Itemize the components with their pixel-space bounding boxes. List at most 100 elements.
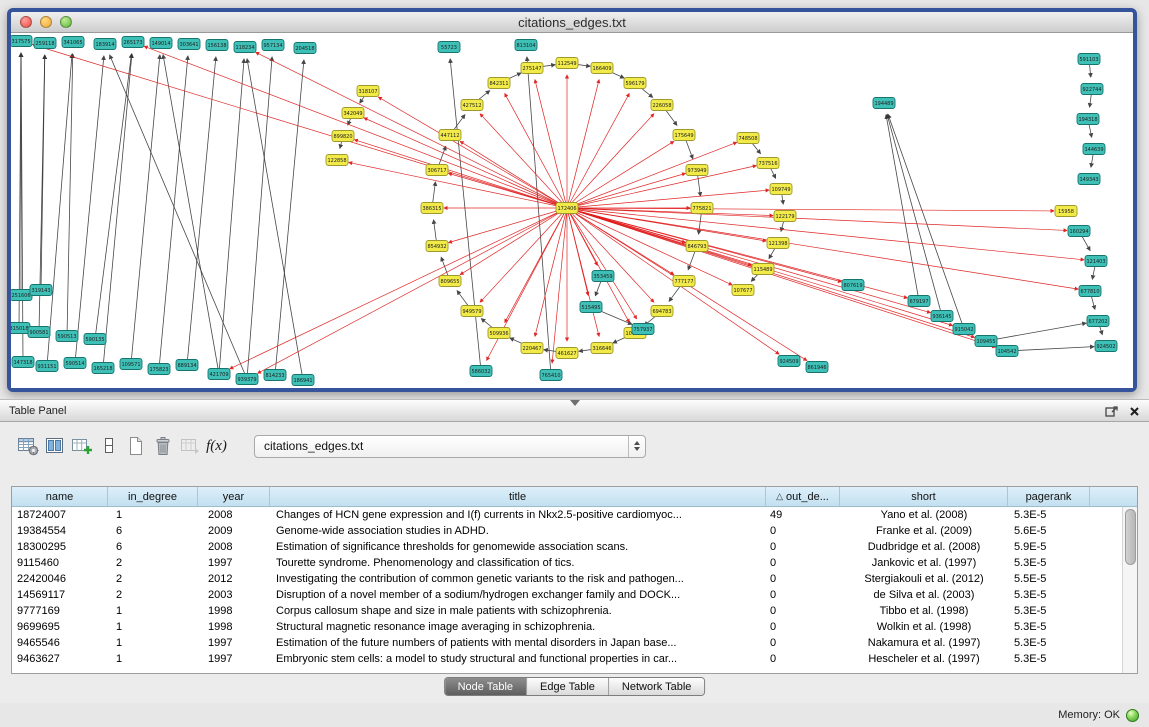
table-row[interactable]: 1872400712008Changes of HCN gene express… bbox=[12, 507, 1122, 523]
graph-node[interactable]: 183914 bbox=[94, 39, 116, 50]
graph-node[interactable]: 122179 bbox=[774, 211, 796, 222]
tab-edge-table[interactable]: Edge Table bbox=[526, 678, 608, 695]
graph-node[interactable]: 461627 bbox=[556, 348, 578, 359]
graph-node[interactable]: 765410 bbox=[540, 370, 562, 381]
graph-node[interactable]: 160294 bbox=[1068, 226, 1090, 237]
graph-node[interactable]: 748508 bbox=[737, 133, 759, 144]
table-row[interactable]: 946554611997Estimation of the future num… bbox=[12, 635, 1122, 651]
graph-node[interactable]: 809655 bbox=[439, 276, 461, 287]
graph-node[interactable]: 109749 bbox=[770, 184, 792, 195]
graph-node[interactable]: 194489 bbox=[873, 98, 895, 109]
graph-node[interactable]: 220467 bbox=[521, 343, 543, 354]
graph-node[interactable]: 315018 bbox=[11, 323, 30, 334]
table-settings-button[interactable] bbox=[14, 433, 41, 460]
close-panel-icon[interactable] bbox=[1129, 406, 1140, 417]
graph-node[interactable]: 421709 bbox=[208, 369, 230, 380]
graph-node[interactable]: 109455 bbox=[975, 336, 997, 347]
graph-node[interactable]: 900581 bbox=[28, 327, 50, 338]
graph-node[interactable]: 316646 bbox=[591, 343, 613, 354]
graph-node[interactable]: 175649 bbox=[673, 130, 695, 141]
graph-node[interactable]: 303641 bbox=[178, 39, 200, 50]
table-row[interactable]: 2242004622012Investigating the contribut… bbox=[12, 571, 1122, 587]
tab-network-table[interactable]: Network Table bbox=[608, 678, 705, 695]
graph-node[interactable]: 515495 bbox=[580, 302, 602, 313]
graph-node[interactable]: 931151 bbox=[36, 361, 58, 372]
new-table-button[interactable] bbox=[122, 433, 149, 460]
graph-node[interactable]: 590135 bbox=[84, 334, 106, 345]
network-canvas[interactable]: 1724061125491664095961792260581756499739… bbox=[11, 33, 1133, 388]
graph-node[interactable]: 342049 bbox=[342, 108, 364, 119]
graph-node[interactable]: 957134 bbox=[262, 40, 284, 51]
graph-node[interactable]: 55723 bbox=[438, 42, 460, 53]
graph-node[interactable]: 149343 bbox=[1078, 174, 1100, 185]
graph-node[interactable]: 586032 bbox=[470, 366, 492, 377]
graph-node[interactable]: 166409 bbox=[591, 63, 613, 74]
graph-node[interactable]: 144639 bbox=[1083, 144, 1105, 155]
vertical-scrollbar[interactable] bbox=[1122, 507, 1137, 673]
graph-node[interactable]: 204518 bbox=[294, 43, 316, 54]
scrollbar-thumb[interactable] bbox=[1125, 509, 1136, 565]
select-columns-button[interactable] bbox=[68, 433, 95, 460]
graph-node[interactable]: 147318 bbox=[12, 357, 34, 368]
table-row[interactable]: 1830029562008Estimation of significance … bbox=[12, 539, 1122, 555]
column-header-short[interactable]: short bbox=[840, 487, 1008, 506]
graph-node[interactable]: 737516 bbox=[757, 158, 779, 169]
graph-node[interactable]: 226058 bbox=[651, 100, 673, 111]
column-header-title[interactable]: title bbox=[270, 487, 766, 506]
panel-drag-handle-icon[interactable] bbox=[570, 400, 580, 406]
graph-node[interactable]: 807619 bbox=[842, 280, 864, 291]
graph-node[interactable]: 936145 bbox=[931, 311, 953, 322]
graph-node[interactable]: 386315 bbox=[421, 203, 443, 214]
graph-node[interactable]: 596179 bbox=[624, 78, 646, 89]
graph-node[interactable]: 109571 bbox=[120, 359, 142, 370]
graph-node[interactable]: 121403 bbox=[1085, 256, 1107, 267]
table-row[interactable]: 946362711997Embryonic stem cells: a mode… bbox=[12, 651, 1122, 667]
graph-node[interactable]: 427512 bbox=[461, 100, 483, 111]
column-header-out_de[interactable]: △out_de... bbox=[766, 487, 840, 506]
graph-node[interactable]: 777177 bbox=[673, 276, 695, 287]
graph-node[interactable]: 319143 bbox=[30, 285, 52, 296]
graph-node[interactable]: 121398 bbox=[767, 238, 789, 249]
graph-node[interactable]: 306717 bbox=[426, 165, 448, 176]
table-row[interactable]: 977716911998Corpus callosum shape and si… bbox=[12, 603, 1122, 619]
graph-node[interactable]: 677810 bbox=[1079, 286, 1101, 297]
function-builder-button[interactable]: f(x) bbox=[203, 433, 230, 460]
graph-node[interactable]: 899820 bbox=[332, 131, 354, 142]
column-header-pagerank[interactable]: pagerank bbox=[1008, 487, 1090, 506]
graph-node[interactable]: 317575 bbox=[11, 36, 32, 47]
import-table-button[interactable] bbox=[176, 433, 203, 460]
table-row[interactable]: 969969511998Structural magnetic resonanc… bbox=[12, 619, 1122, 635]
zoom-window-button[interactable] bbox=[60, 16, 72, 28]
graph-node[interactable]: 924509 bbox=[778, 356, 800, 367]
graph-node[interactable]: 590514 bbox=[64, 358, 86, 369]
show-columns-button[interactable] bbox=[41, 433, 68, 460]
graph-node[interactable]: 591103 bbox=[1078, 54, 1100, 65]
graph-node[interactable]: 341065 bbox=[62, 37, 84, 48]
graph-node[interactable]: 694783 bbox=[651, 306, 673, 317]
table-row[interactable]: 1938455462009Genome-wide association stu… bbox=[12, 523, 1122, 539]
graph-node[interactable]: 775821 bbox=[691, 203, 713, 214]
delete-table-button[interactable] bbox=[149, 433, 176, 460]
window-titlebar[interactable]: citations_edges.txt bbox=[11, 12, 1133, 33]
graph-node[interactable]: 15958 bbox=[1055, 206, 1077, 217]
close-window-button[interactable] bbox=[20, 16, 32, 28]
graph-node[interactable]: 949579 bbox=[461, 306, 483, 317]
graph-node[interactable]: 175823 bbox=[148, 364, 170, 375]
graph-node[interactable]: 915042 bbox=[953, 324, 975, 335]
graph-node[interactable]: 115489 bbox=[752, 264, 774, 275]
minimize-window-button[interactable] bbox=[40, 16, 52, 28]
graph-node[interactable]: 275147 bbox=[521, 63, 543, 74]
network-window[interactable]: citations_edges.txt 17240611254916640959… bbox=[7, 8, 1137, 392]
graph-node[interactable]: 939379 bbox=[236, 374, 258, 385]
graph-node[interactable]: 156138 bbox=[206, 40, 228, 51]
column-header-in_degree[interactable]: in_degree bbox=[108, 487, 198, 506]
tab-node-table[interactable]: Node Table bbox=[445, 678, 526, 695]
graph-node[interactable]: 318107 bbox=[357, 86, 379, 97]
graph-node[interactable]: 118234 bbox=[234, 42, 256, 53]
table-row[interactable]: 911546021997Tourette syndrome. Phenomeno… bbox=[12, 555, 1122, 571]
graph-node[interactable]: 447112 bbox=[439, 130, 461, 141]
graph-node[interactable]: 813104 bbox=[515, 40, 537, 51]
graph-node[interactable]: 922744 bbox=[1081, 84, 1103, 95]
graph-node[interactable]: 265173 bbox=[122, 37, 144, 48]
graph-node[interactable]: 122858 bbox=[326, 155, 348, 166]
